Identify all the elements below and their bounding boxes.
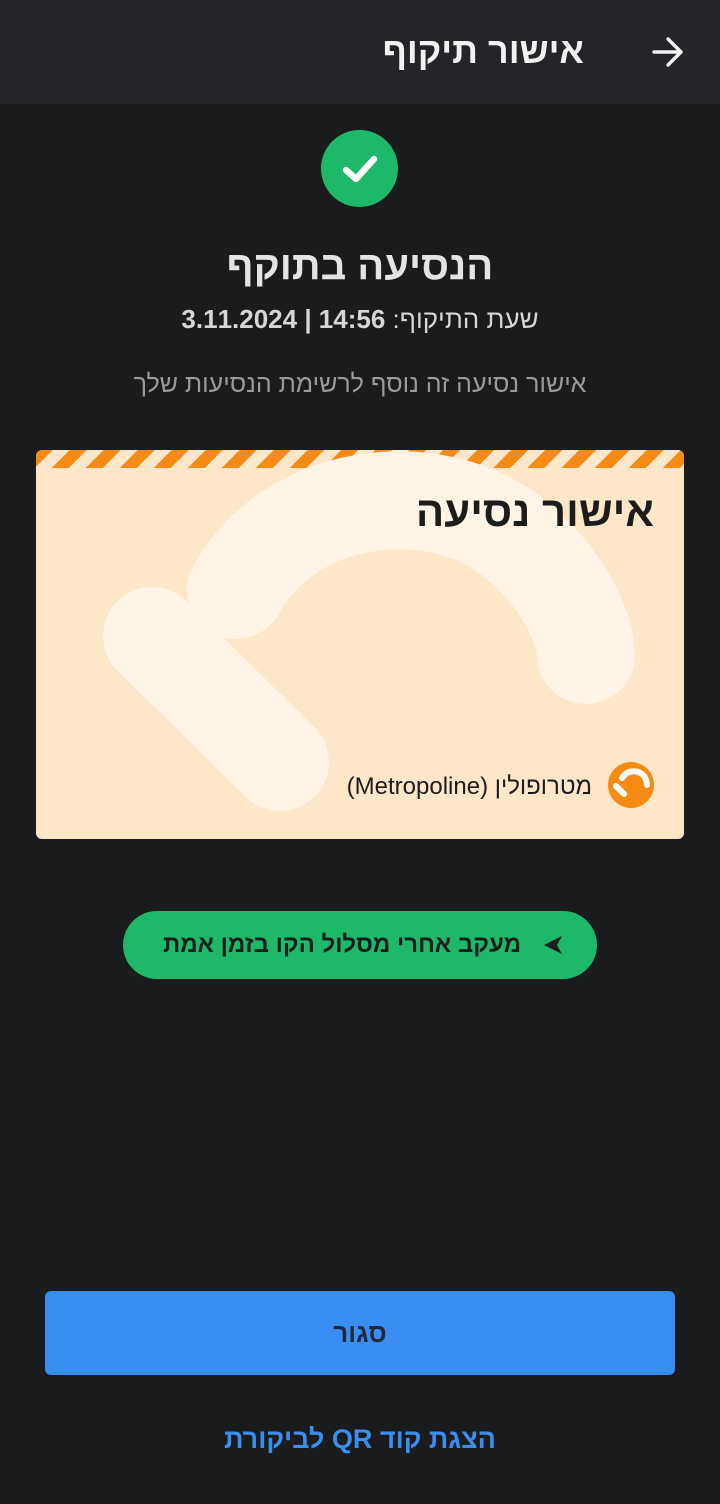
status-note: אישור נסיעה זה נוסף לרשימת הנסיעות שלך [133,370,587,398]
validation-label: שעת התיקוף: [392,304,539,334]
status-title: הנסיעה בתוקף [226,244,494,288]
check-circle-icon [321,130,398,207]
track-route-label: מעקב אחרי מסלול הקו בזמן אמת [162,931,521,958]
operator-name: מטרופולין (Metropoline) [346,773,592,800]
page-title: אישור תיקוף [382,30,584,71]
ticket-card[interactable]: אישור נסיעה מטרופולין (Metropoline) [36,450,684,839]
validation-time: שעת התיקוף: 3.11.2024 | 14:56 [0,304,720,335]
show-qr-link[interactable]: הצגת קוד QR לביקורת [0,1424,720,1455]
top-bar: אישור תיקוף [0,0,720,104]
validation-screen: אישור תיקוף הנסיעה בתוקף שעת התיקוף: 3.1… [0,0,720,1504]
ticket-title: אישור נסיעה [415,488,654,535]
validation-value: 3.11.2024 | 14:56 [181,304,386,334]
track-route-button[interactable]: מעקב אחרי מסלול הקו בזמן אמת [123,911,597,979]
close-button[interactable]: סגור [45,1291,675,1375]
back-button[interactable] [640,28,696,76]
navigation-arrow-icon [544,936,562,954]
arrow-right-icon [652,37,683,67]
close-button-label: סגור [333,1317,387,1348]
metropoline-logo-icon [608,762,654,808]
